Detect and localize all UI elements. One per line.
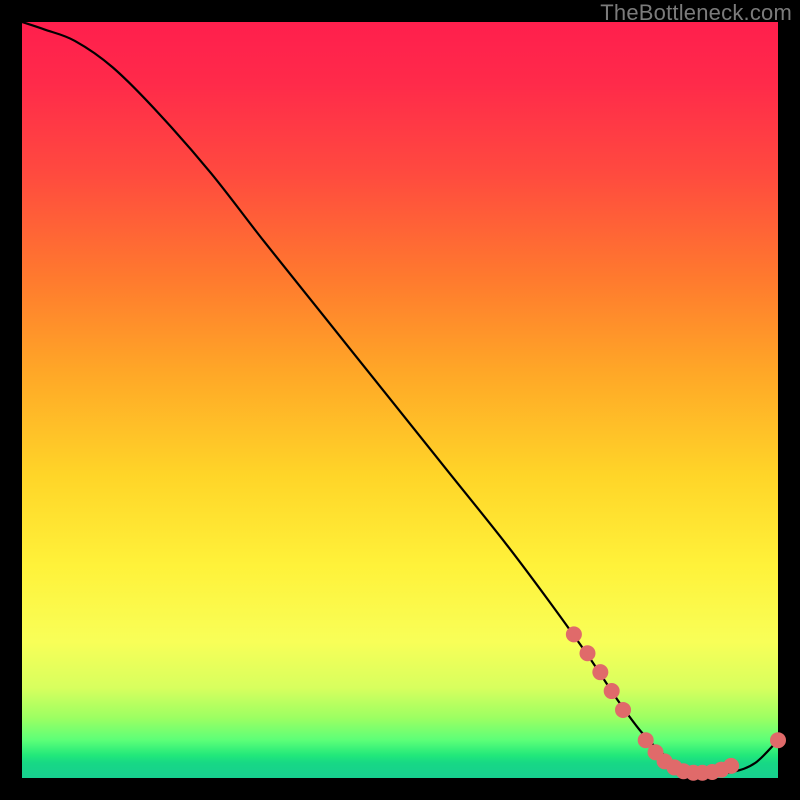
data-point bbox=[723, 758, 739, 774]
data-markers bbox=[566, 626, 786, 780]
data-point bbox=[770, 732, 786, 748]
data-point bbox=[579, 645, 595, 661]
data-point bbox=[592, 664, 608, 680]
bottleneck-curve bbox=[22, 22, 778, 774]
chart-stage: TheBottleneck.com bbox=[0, 0, 800, 800]
data-point bbox=[615, 702, 631, 718]
watermark-text: TheBottleneck.com bbox=[600, 0, 792, 26]
chart-svg bbox=[22, 22, 778, 778]
data-point bbox=[604, 683, 620, 699]
data-point bbox=[566, 626, 582, 642]
